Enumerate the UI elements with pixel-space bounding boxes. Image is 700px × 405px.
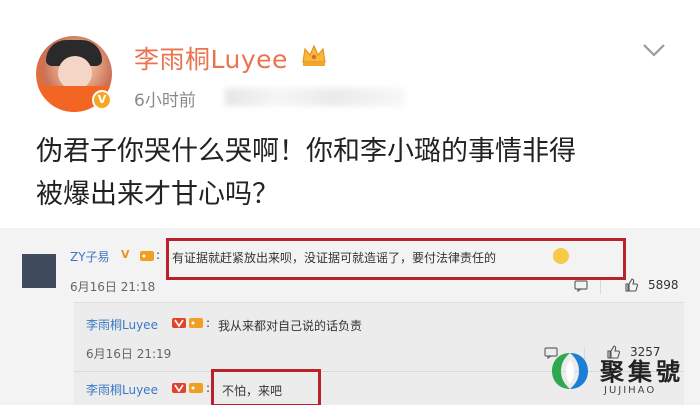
commenter-avatar[interactable] [22, 254, 56, 288]
member-icon [189, 318, 203, 328]
member-icon [189, 383, 203, 393]
vip-icon [172, 383, 186, 393]
jujihao-logo-icon [552, 353, 588, 389]
comment-date[interactable]: 6月16日 21:18 [70, 278, 155, 295]
reply-author[interactable]: 李雨桐Luyee [86, 381, 158, 398]
comment-author-badge: V [121, 248, 130, 261]
crown-icon [302, 44, 326, 66]
reply-divider [74, 371, 684, 372]
blurred-source [225, 88, 405, 106]
highlight-box-comment [166, 238, 626, 280]
reply-icon[interactable] [574, 280, 588, 292]
highlight-box-reply [211, 369, 321, 405]
vip-icon [172, 318, 186, 328]
replies-box: 李雨桐Luyee : 我从来都对自己说的话负责 6月16日 21:19 3257… [74, 302, 684, 405]
chevron-down-icon[interactable] [640, 40, 668, 60]
post-time[interactable]: 6小时前 [134, 86, 196, 111]
reply-text: 我从来都对自己说的话负责 [218, 319, 363, 333]
verified-badge-icon: V [92, 90, 112, 110]
comments-section: ZY子易 V : 有证据就赶紧放出来呗，没证据可就造谣了，要付法律责任的 6月1… [0, 228, 700, 405]
comment-likes: 5898 [648, 278, 679, 292]
avatar-face [58, 56, 92, 90]
author-name[interactable]: 李雨桐Luyee [134, 40, 288, 76]
comment-colon: : [156, 248, 161, 262]
vip-icon [140, 251, 154, 261]
reply-date[interactable]: 6月16日 21:19 [86, 345, 171, 362]
action-divider [600, 280, 601, 294]
watermark-title: 聚集號 [600, 358, 684, 386]
comment-author[interactable]: ZY子易 [70, 248, 110, 265]
watermark-subtitle: JUJIHAO [604, 385, 657, 396]
reply-colon: : [206, 381, 211, 395]
like-icon[interactable] [624, 278, 638, 292]
post-text-line-1: 伪君子你哭什么哭啊！你和李小璐的事情非得 [36, 136, 576, 167]
post-text: 伪君子你哭什么哭啊！你和李小璐的事情非得 被爆出来才甘心吗？ [36, 130, 676, 216]
reply-author[interactable]: 李雨桐Luyee [86, 316, 158, 333]
reply-colon: : [206, 316, 211, 330]
weibo-post: V 李雨桐Luyee 6小时前 伪君子你哭什么哭啊！你和李小璐的事情非得 被爆出… [0, 0, 700, 228]
post-text-line-2: 被爆出来才甘心吗？ [36, 179, 279, 210]
